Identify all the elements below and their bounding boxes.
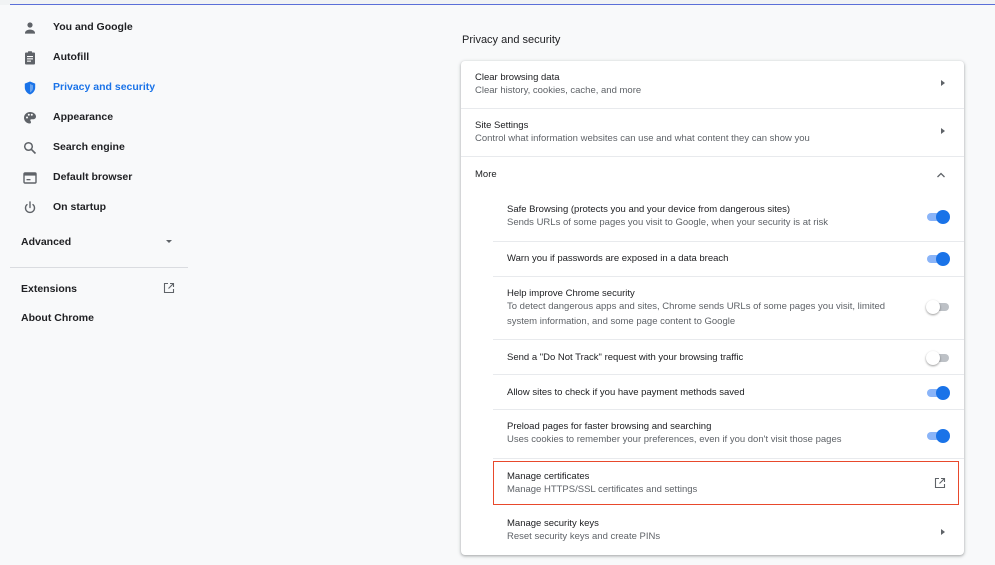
row-title: Allow sites to check if you have payment…	[507, 387, 745, 398]
do-not-track-row: Send a "Do Not Track" request with your …	[461, 340, 964, 374]
row-title: Manage certificates	[507, 471, 590, 482]
manage-security-keys-row[interactable]: Manage security keys Reset security keys…	[461, 508, 964, 555]
external-link-icon	[934, 477, 946, 489]
more-label: More	[475, 169, 497, 180]
settings-page: You and Google Autofill Privacy and secu…	[0, 5, 995, 565]
clear-browsing-data-row[interactable]: Clear browsing data Clear history, cooki…	[461, 61, 964, 108]
chevron-down-icon[interactable]	[166, 240, 172, 243]
palette-icon	[24, 112, 36, 124]
privacy-settings-card: Clear browsing data Clear history, cooki…	[461, 61, 964, 555]
person-icon	[25, 22, 35, 34]
row-subtitle: Clear history, cookies, cache, and more	[475, 85, 642, 96]
chevron-right-icon	[941, 128, 945, 134]
preload-pages-toggle[interactable]	[927, 429, 950, 443]
row-subtitle: To detect dangerous apps and sites, Chro…	[507, 301, 886, 312]
sidebar-item-extensions[interactable]: Extensions	[21, 283, 77, 295]
payment-methods-toggle[interactable]	[927, 386, 950, 400]
preload-pages-row: Preload pages for faster browsing and se…	[461, 410, 964, 458]
clipboard-icon	[25, 51, 35, 65]
sidebar-item-search-engine[interactable]: Search engine	[0, 135, 200, 161]
sidebar-item-label: Privacy and security	[53, 81, 156, 93]
row-title: Send a "Do Not Track" request with your …	[507, 352, 744, 363]
sidebar-item-label: Search engine	[53, 141, 125, 153]
more-expander[interactable]: More	[461, 157, 964, 193]
safe-browsing-row: Safe Browsing (protects you and your dev…	[461, 193, 964, 241]
sidebar-item-label: Autofill	[53, 51, 90, 63]
payment-methods-row: Allow sites to check if you have payment…	[461, 375, 964, 409]
password-breach-row: Warn you if passwords are exposed in a d…	[461, 242, 964, 276]
chevron-up-icon	[937, 172, 945, 178]
power-icon	[24, 201, 36, 214]
advanced-toggle[interactable]: Advanced	[21, 236, 71, 248]
sidebar-item-about-chrome[interactable]: About Chrome	[21, 312, 94, 324]
row-subtitle: Sends URLs of some pages you visit to Go…	[507, 217, 829, 228]
safe-browsing-toggle[interactable]	[927, 210, 950, 224]
help-improve-row: Help improve Chrome security To detect d…	[461, 277, 964, 339]
row-subtitle: Control what information websites can us…	[475, 133, 810, 144]
sidebar-item-default-browser[interactable]: Default browser	[0, 165, 200, 191]
row-divider	[493, 458, 964, 459]
section-title: Privacy and security	[462, 34, 561, 46]
chevron-right-icon	[941, 529, 945, 535]
password-breach-toggle[interactable]	[927, 252, 950, 266]
sidebar-item-privacy-and-security[interactable]: Privacy and security	[0, 75, 200, 101]
help-improve-toggle[interactable]	[926, 300, 949, 314]
row-title: Preload pages for faster browsing and se…	[507, 421, 712, 432]
sidebar-divider	[10, 267, 188, 268]
sidebar-item-you-and-google[interactable]: You and Google	[0, 15, 200, 41]
row-title: Safe Browsing (protects you and your dev…	[507, 204, 791, 215]
sidebar-item-label: On startup	[53, 201, 107, 213]
browser-icon	[23, 172, 37, 184]
external-link-icon[interactable]	[163, 282, 175, 294]
shield-icon	[24, 81, 36, 95]
row-title: Clear browsing data	[475, 72, 560, 83]
row-title: Manage security keys	[507, 518, 599, 529]
site-settings-row[interactable]: Site Settings Control what information w…	[461, 109, 964, 156]
chevron-right-icon	[941, 80, 945, 86]
do-not-track-toggle[interactable]	[926, 351, 949, 365]
row-subtitle-line2: system information, and some page conten…	[507, 316, 736, 327]
row-subtitle: Reset security keys and create PINs	[507, 531, 661, 542]
row-title: Help improve Chrome security	[507, 288, 635, 299]
sidebar-item-label: Default browser	[53, 171, 133, 183]
sidebar-item-label: You and Google	[53, 21, 133, 33]
search-icon	[23, 141, 37, 155]
row-title: Warn you if passwords are exposed in a d…	[507, 253, 729, 264]
row-title: Site Settings	[475, 120, 529, 131]
manage-certificates-row[interactable]: Manage certificates Manage HTTPS/SSL cer…	[461, 461, 964, 505]
sidebar-item-on-startup[interactable]: On startup	[0, 195, 200, 221]
sidebar-item-appearance[interactable]: Appearance	[0, 105, 200, 131]
sidebar-item-autofill[interactable]: Autofill	[0, 45, 200, 71]
row-subtitle: Manage HTTPS/SSL certificates and settin…	[507, 484, 698, 495]
row-subtitle: Uses cookies to remember your preference…	[507, 434, 842, 445]
sidebar-item-label: Appearance	[53, 111, 114, 123]
